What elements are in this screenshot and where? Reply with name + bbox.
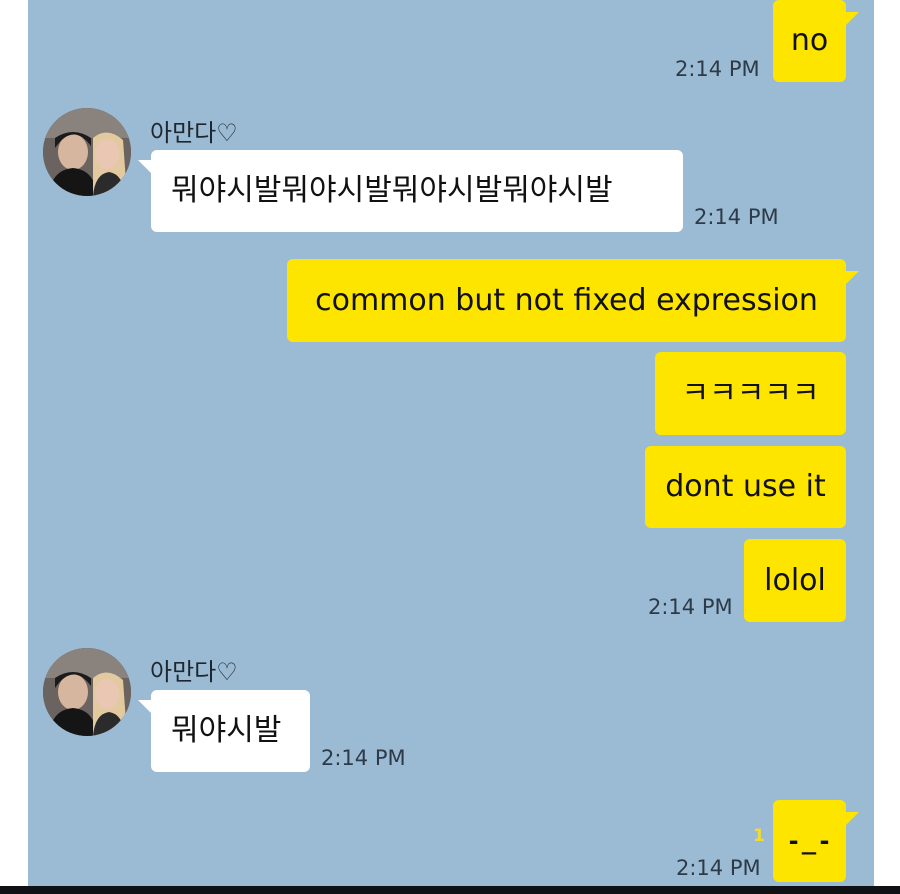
message-timestamp: 2:14 PM [321,746,406,770]
message-text: -_- [786,827,833,855]
bubble-tail [846,12,859,25]
message-text: 뭐야시발뭐야시발뭐야시발뭐야시발 [171,173,613,208]
bubble-tail [846,271,859,284]
my-message-bubble[interactable]: ㅋㅋㅋㅋㅋ [655,352,846,435]
avatar-photo-icon [43,108,131,196]
their-message-bubble[interactable]: 뭐야시발뭐야시발뭐야시발뭐야시발 [151,150,683,232]
chat-screen[interactable]: no 2:14 PM 아만다♡ 뭐야시발뭐야시발뭐야시발뭐야시발 2:14 PM… [28,0,874,894]
bottom-bar [0,886,900,894]
message-timestamp: 2:14 PM [694,205,779,229]
message-text: no [790,23,829,58]
message-text: common but not fixed expression [315,282,818,318]
my-message-bubble[interactable]: common but not fixed expression [287,259,846,342]
my-message-bubble[interactable]: lolol [744,539,846,622]
sender-name: 아만다♡ [150,658,238,686]
their-message-bubble[interactable]: 뭐야시발 [151,690,310,772]
sender-avatar[interactable] [43,648,131,736]
message-timestamp: 2:14 PM [676,856,761,880]
sender-name: 아만다♡ [150,119,238,147]
message-text: 뭐야시발 [171,713,282,748]
message-text: lolol [764,562,826,598]
my-message-bubble[interactable]: dont use it [645,446,846,528]
bubble-tail [138,700,151,713]
avatar-photo-icon [43,648,131,736]
message-timestamp: 2:14 PM [648,595,733,619]
sender-avatar[interactable] [43,108,131,196]
message-text: ㅋㅋㅋㅋㅋ [681,375,820,411]
my-message-bubble[interactable]: -_- [773,800,846,882]
my-message-bubble[interactable]: no [773,0,846,82]
message-timestamp: 2:14 PM [675,57,760,81]
bubble-tail [138,160,151,173]
bubble-tail [846,812,859,825]
message-text: dont use it [665,469,826,504]
unread-count-badge: 1 [753,826,765,846]
